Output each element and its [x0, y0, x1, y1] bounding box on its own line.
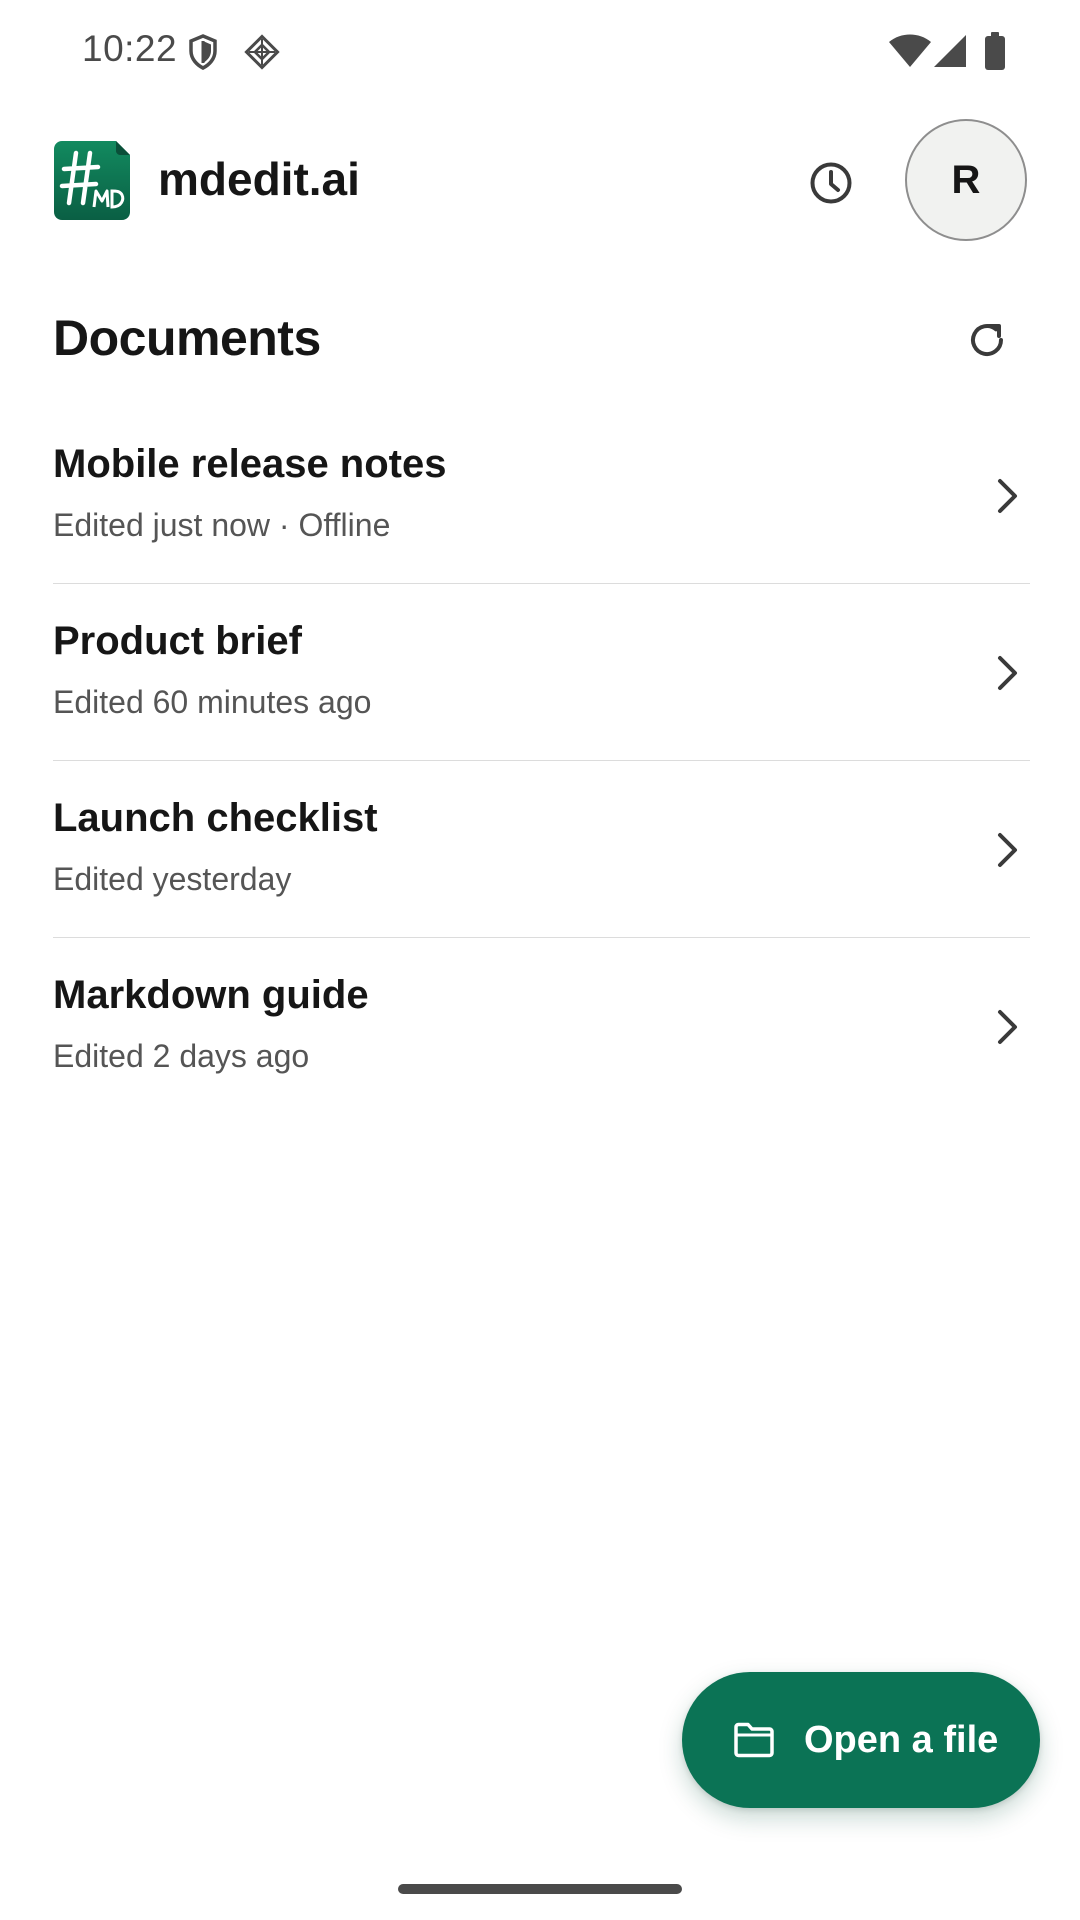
chevron-right-icon: [998, 833, 1017, 867]
document-list: Mobile release notes Edited just now · O…: [53, 407, 1030, 1115]
list-item[interactable]: Mobile release notes Edited just now · O…: [53, 407, 1030, 584]
cellular-signal-icon: [934, 35, 966, 67]
document-title: Launch checklist: [53, 796, 378, 840]
open-file-label: Open a file: [804, 1718, 999, 1761]
avatar[interactable]: R: [905, 119, 1027, 241]
app-logo: [54, 141, 130, 220]
shield-icon: [189, 34, 217, 70]
chevron-right-icon: [998, 656, 1017, 690]
document-title: Mobile release notes: [53, 442, 447, 486]
wifi-icon: [889, 34, 931, 67]
list-item[interactable]: Markdown guide Edited 2 days ago: [53, 938, 1030, 1115]
screen: 10:22 mdedit.ai R Documents Mobile relea…: [0, 0, 1080, 1920]
status-bar: 10:22: [0, 0, 1080, 100]
folder-icon: [734, 1722, 774, 1758]
document-title: Markdown guide: [53, 973, 369, 1017]
document-meta: Edited just now · Offline: [53, 507, 391, 543]
open-file-button[interactable]: Open a file: [682, 1672, 1040, 1808]
document-meta: Edited 60 minutes ago: [53, 684, 372, 720]
home-indicator[interactable]: [398, 1884, 682, 1894]
section-title: Documents: [53, 310, 321, 366]
document-meta: Edited 2 days ago: [53, 1038, 310, 1074]
clock-icon: [810, 162, 852, 204]
list-item[interactable]: Launch checklist Edited yesterday: [53, 761, 1030, 938]
avatar-initial: R: [951, 157, 981, 202]
chevron-right-icon: [998, 1010, 1017, 1044]
vpn-diamond-icon: [244, 34, 280, 70]
status-time: 10:22: [82, 28, 178, 69]
refresh-button[interactable]: [960, 313, 1014, 367]
refresh-icon: [971, 324, 1003, 356]
document-meta: Edited yesterday: [53, 861, 292, 897]
history-button[interactable]: [804, 156, 858, 210]
chevron-right-icon: [998, 479, 1017, 513]
battery-icon: [985, 32, 1005, 70]
document-title: Product brief: [53, 619, 302, 663]
list-item[interactable]: Product brief Edited 60 minutes ago: [53, 584, 1030, 761]
app-title: mdedit.ai: [158, 153, 360, 205]
